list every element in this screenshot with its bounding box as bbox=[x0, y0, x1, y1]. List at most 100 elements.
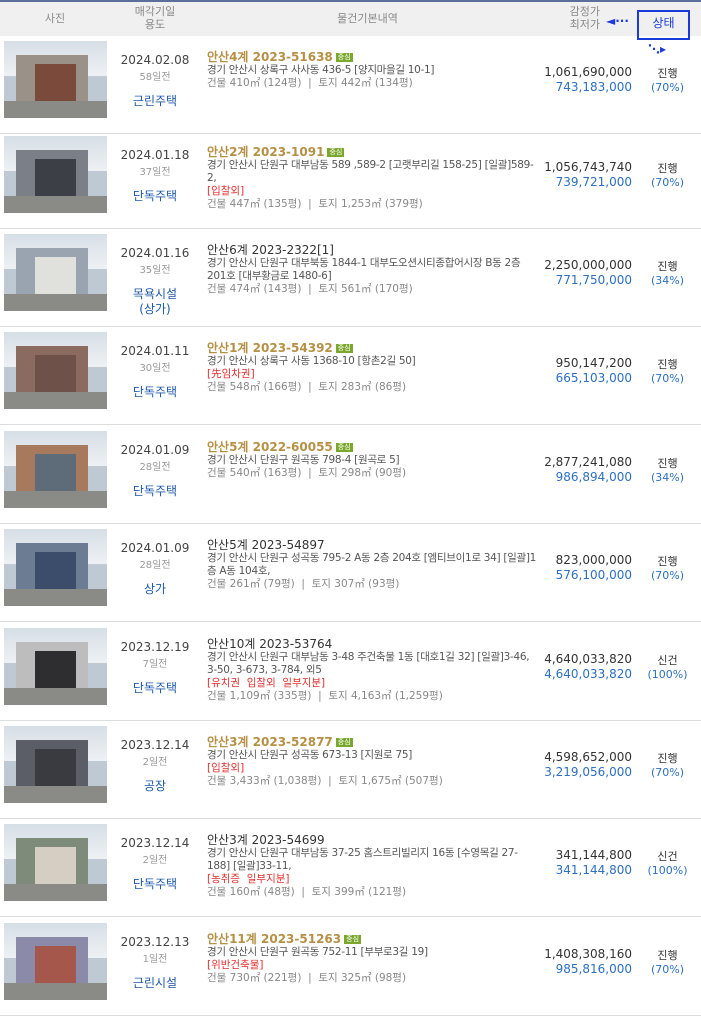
days-remaining: 30일전 bbox=[139, 363, 171, 374]
area-info: 건물 548㎡ (166평) | 토지 283㎡ (86평) bbox=[207, 381, 407, 393]
appraisal-price: 341,144,800 bbox=[555, 848, 632, 862]
appraisal-price: 950,147,200 bbox=[555, 356, 632, 370]
area-info: 건물 1,109㎡ (335평) | 토지 4,163㎡ (1,259평) bbox=[207, 690, 443, 702]
property-info: 안산11계 2023-51263 중심경기 안산시 단원구 원곡동 752-11 … bbox=[207, 933, 537, 985]
case-number-link[interactable]: 안산5계 2022-60055 bbox=[207, 440, 333, 454]
table-row[interactable]: 2024.01.09 28일전 상가 안산5계 2023-54897 경기 안산시 단원… bbox=[0, 524, 701, 622]
sale-date: 2024.01.16 bbox=[120, 246, 190, 260]
case-number-link[interactable]: 안산6계 2023-2322[1] bbox=[207, 243, 334, 257]
appraisal-price: 823,000,000 bbox=[555, 553, 632, 567]
case-number-link[interactable]: 안산3계 2023-54699 bbox=[207, 833, 325, 847]
address: 경기 안산시 단원구 대부남동 37-25 홈스트리빌리지 16동 [수영목길 … bbox=[207, 847, 518, 872]
address: 경기 안산시 단원구 원곡동 752-11 [부부로3길 19] bbox=[207, 946, 428, 958]
table-row[interactable]: 2024.01.18 37일전 단독주택 안산2계 2023-1091 중심 경기 안산시… bbox=[0, 131, 701, 229]
building-photo[interactable] bbox=[4, 726, 107, 803]
status-text: 진행 bbox=[657, 457, 678, 470]
table-row[interactable]: 2024.02.08 58일전 근린주택 안산4계 2023-51638 중심 경기 안산… bbox=[0, 36, 701, 134]
case-number-link[interactable]: 안산5계 2023-54897 bbox=[207, 538, 325, 552]
status-text: 신건 bbox=[657, 654, 678, 667]
area-info: 건물 474㎡ (143평) | 토지 561㎡ (170평) bbox=[207, 283, 413, 295]
property-info: 안산10계 2023-53764 경기 안산시 단원구 대부남동 3-48 주건축… bbox=[207, 638, 537, 703]
property-info: 안산6계 2023-2322[1] 경기 안산시 단원구 대부북동 1844-1 … bbox=[207, 244, 537, 296]
building-photo[interactable] bbox=[4, 431, 107, 508]
appraisal-price: 1,056,743,740 bbox=[544, 160, 632, 174]
days-remaining: 28일전 bbox=[139, 560, 171, 571]
property-usage: 단독주택 bbox=[132, 681, 178, 695]
building-photo[interactable] bbox=[4, 136, 107, 213]
badge: 중심 bbox=[327, 148, 345, 157]
header-date-usage[interactable]: 매각기일 용도 bbox=[110, 5, 200, 31]
building-photo[interactable] bbox=[4, 332, 107, 409]
rate-percent: (70%) bbox=[650, 176, 685, 189]
property-info: 안산1계 2023-54392 중심 경기 안산시 상록구 사동 1368-10 [… bbox=[207, 342, 537, 394]
case-number-link[interactable]: 안산1계 2023-54392 bbox=[207, 341, 333, 355]
property-info: 안산2계 2023-1091 중심 경기 안산시 단원구 대부남동 589 ,589… bbox=[207, 146, 537, 211]
status-text: 신건 bbox=[657, 850, 678, 863]
building-photo[interactable] bbox=[4, 824, 107, 901]
table-row[interactable]: 2024.01.09 28일전 단독주택 안산5계 2022-60055 중심 경기 안산… bbox=[0, 426, 701, 524]
rate-percent: (70%) bbox=[650, 963, 685, 976]
header-date-label: 매각기일 bbox=[134, 5, 176, 18]
area-info: 건물 160㎡ (48평) | 토지 399㎡ (121평) bbox=[207, 886, 407, 898]
table-row[interactable]: 2024.01.11 30일전 단독주택 안산1계 2023-54392 중심 경기 안산… bbox=[0, 327, 701, 425]
header-usage-label: 용도 bbox=[144, 18, 166, 31]
case-number-link[interactable]: 안산11계 2023-51263 bbox=[207, 932, 341, 946]
sale-date: 2024.02.08 bbox=[120, 53, 190, 67]
status-text: 진행 bbox=[657, 949, 678, 962]
case-number-link[interactable]: 안산4계 2023-51638 bbox=[207, 50, 333, 64]
special-condition: [입찰외] bbox=[207, 762, 245, 774]
building-photo[interactable] bbox=[4, 41, 107, 118]
minimum-price: 4,640,033,820 bbox=[544, 667, 632, 681]
building-photo[interactable] bbox=[4, 234, 107, 311]
table-row[interactable]: 2023.12.14 2일전 단독주택 안산3계 2023-54699 경기 안산시 단… bbox=[0, 819, 701, 917]
area-info: 건물 3,433㎡ (1,038평) | 토지 1,675㎡ (507평) bbox=[207, 775, 443, 787]
property-usage: 상가 bbox=[143, 582, 167, 596]
header-appraisal-label: 감정가 bbox=[569, 5, 600, 18]
area-info: 건물 261㎡ (79평) | 토지 307㎡ (93평) bbox=[207, 578, 400, 590]
header-minimum-label: 최저가 bbox=[569, 18, 600, 31]
property-usage: 근린주택 bbox=[132, 94, 178, 108]
header-photo: 사진 bbox=[44, 12, 66, 25]
address: 경기 안산시 단원구 대부남동 3-48 주건축물 1동 [대호1길 32] [… bbox=[207, 651, 530, 676]
badge: 중심 bbox=[344, 935, 362, 944]
special-condition: [유치권 입찰외 일부지분] bbox=[207, 677, 326, 689]
badge: 중심 bbox=[335, 738, 353, 747]
badge: 중심 bbox=[335, 443, 353, 452]
case-number-link[interactable]: 안산3계 2023-52877 bbox=[207, 735, 333, 749]
address: 경기 안산시 단원구 원곡동 798-4 [원곡로 5] bbox=[207, 454, 400, 466]
rate-percent: (70%) bbox=[650, 81, 685, 94]
address: 경기 안산시 단원구 대부북동 1844-1 대부도오션시티종합어시장 B동 2… bbox=[207, 257, 521, 282]
special-condition: [농취증 일부지분] bbox=[207, 873, 290, 885]
days-remaining: 28일전 bbox=[139, 462, 171, 473]
days-remaining: 37일전 bbox=[139, 167, 171, 178]
rate-percent: (70%) bbox=[650, 766, 685, 779]
building-photo[interactable] bbox=[4, 628, 107, 705]
special-condition: [위반건축물] bbox=[207, 959, 264, 971]
case-number-link[interactable]: 안산10계 2023-53764 bbox=[207, 637, 332, 651]
status-text: 진행 bbox=[657, 260, 678, 273]
table-row[interactable]: 2024.01.16 35일전 목욕시설 (상가) 안산6계 2023-2322[1]… bbox=[0, 229, 701, 327]
minimum-price: 743,183,000 bbox=[555, 80, 632, 94]
minimum-price: 3,219,056,000 bbox=[544, 765, 632, 779]
sale-date: 2023.12.13 bbox=[120, 935, 190, 949]
sale-date: 2024.01.18 bbox=[120, 148, 190, 162]
sale-date: 2024.01.09 bbox=[120, 541, 190, 555]
building-photo[interactable] bbox=[4, 923, 107, 1000]
minimum-price: 739,721,000 bbox=[555, 175, 632, 189]
address: 경기 안산시 상록구 사사동 436-5 [양지마을길 10-1] bbox=[207, 64, 435, 76]
rate-percent: (100%) bbox=[647, 864, 688, 877]
table-row[interactable]: 2023.12.13 1일전 근린시설 안산11계 2023-51263 중심 경기 안산… bbox=[0, 918, 701, 1016]
property-usage: 단독주택 bbox=[132, 877, 178, 891]
building-photo[interactable] bbox=[4, 529, 107, 606]
special-condition: [先임차권] bbox=[207, 368, 255, 380]
property-info: 안산3계 2023-54699 경기 안산시 단원구 대부남동 37-25 홈스트… bbox=[207, 834, 537, 899]
appraisal-price: 4,598,652,000 bbox=[544, 750, 632, 764]
table-row[interactable]: 2023.12.14 2일전 공장 안산3계 2023-52877 중심 경기 안산시 단… bbox=[0, 721, 701, 819]
status-text: 진행 bbox=[657, 67, 678, 80]
badge: 중심 bbox=[335, 53, 353, 62]
rate-percent: (34%) bbox=[650, 274, 685, 287]
table-row[interactable]: 2023.12.19 7일전 단독주택 안산10계 2023-53764 경기 안산시 … bbox=[0, 623, 701, 721]
rate-percent: (70%) bbox=[650, 569, 685, 582]
case-number-link[interactable]: 안산2계 2023-1091 bbox=[207, 145, 324, 159]
days-remaining: 7일전 bbox=[142, 659, 168, 670]
